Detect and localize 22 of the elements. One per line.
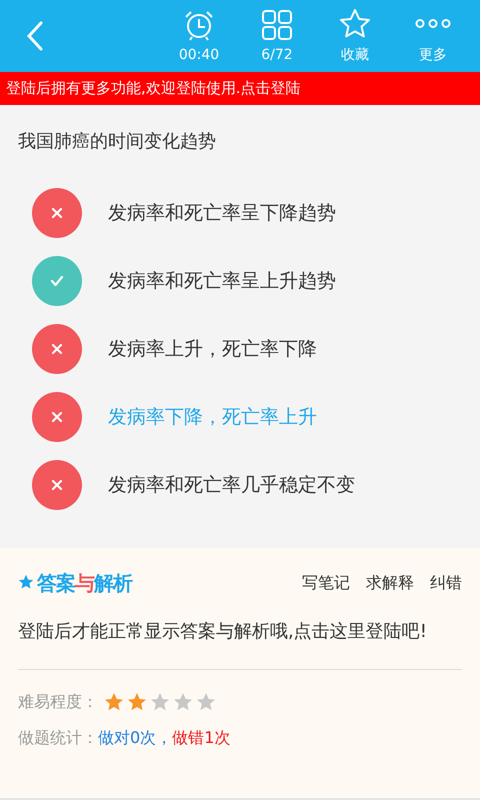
answer-option[interactable]: 发病率和死亡率几乎稳定不变 (108, 472, 355, 498)
login-message[interactable]: 登陆后才能正常显示答案与解析哦,点击这里登陆吧! (18, 615, 462, 649)
star-icon (104, 692, 124, 712)
difficulty-label: 难易程度： (18, 692, 98, 712)
star-icon (127, 692, 147, 712)
action-link[interactable]: 写笔记 (302, 573, 350, 594)
action-link[interactable]: 求解释 (366, 573, 414, 594)
action-link[interactable]: 纠错 (430, 573, 462, 594)
star-icon (339, 8, 371, 40)
login-banner[interactable]: 登陆后拥有更多功能,欢迎登陆使用.点击登陆 (0, 72, 480, 105)
stats-text: 做题统计：做对0次，做错1次 (18, 728, 230, 748)
section-logo: 答案与解析 (18, 570, 132, 597)
answer-option[interactable]: 发病率和死亡率呈上升趋势 (108, 268, 336, 294)
star-icon (196, 692, 216, 712)
grid-icon (261, 9, 293, 41)
answer-option[interactable]: 发病率上升，死亡率下降 (108, 336, 317, 362)
more-icon (415, 19, 451, 28)
answer-option[interactable]: 发病率和死亡率呈下降趋势 (108, 200, 336, 226)
alarm-clock-icon (183, 9, 215, 41)
star-icon (150, 692, 170, 712)
question-text: 我国肺癌的时间变化趋势 (17, 130, 217, 154)
star-icon (173, 692, 193, 712)
